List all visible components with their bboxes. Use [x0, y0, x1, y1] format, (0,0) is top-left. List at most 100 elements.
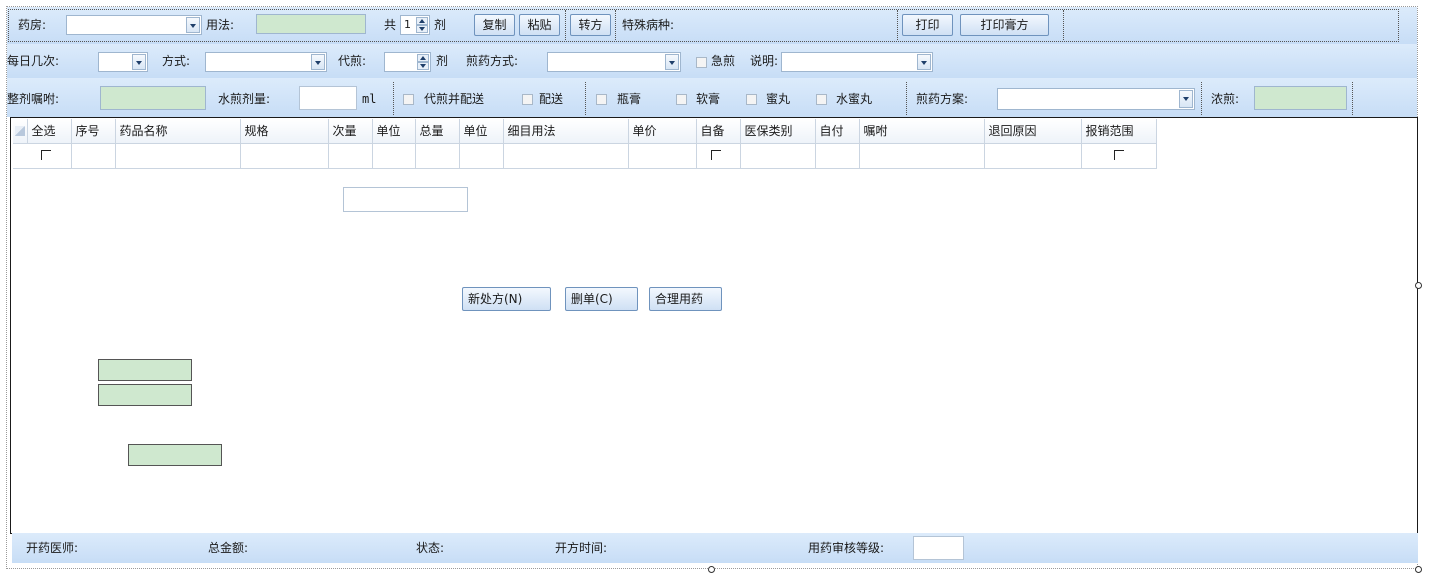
- table-row[interactable]: [13, 143, 1157, 169]
- delivery-checkbox[interactable]: [522, 94, 533, 105]
- cell-editor-box[interactable]: [343, 187, 468, 212]
- dose-count-stepper[interactable]: 1: [400, 15, 430, 35]
- spin-down-icon[interactable]: [417, 62, 429, 70]
- decoct-plan-select[interactable]: [997, 88, 1195, 110]
- total-prefix-label: 共: [384, 18, 397, 32]
- grid-corner-icon[interactable]: [13, 119, 28, 144]
- convert-button[interactable]: 转方: [570, 14, 611, 36]
- rational-drug-button[interactable]: 合理用药: [649, 287, 722, 311]
- column-total[interactable]: 总量: [415, 119, 460, 144]
- chevron-down-icon[interactable]: [186, 17, 200, 33]
- decoct-plan-label: 煎药方案:: [916, 92, 969, 106]
- pharmacy-label: 药房:: [18, 18, 47, 32]
- decoct-method-label: 煎药方式:: [466, 54, 519, 68]
- column-return-reason[interactable]: 退回原因: [984, 119, 1082, 144]
- copy-button[interactable]: 复制: [474, 14, 515, 36]
- decoct-delivery-checkbox[interactable]: [403, 94, 414, 105]
- column-index[interactable]: 序号: [71, 119, 116, 144]
- separator: [906, 82, 907, 115]
- chevron-down-icon[interactable]: [665, 54, 679, 70]
- total-amount-label: 总金额:: [208, 541, 249, 555]
- hidden-editor-field[interactable]: [98, 359, 192, 381]
- chevron-down-icon[interactable]: [1179, 90, 1193, 108]
- spin-down-icon[interactable]: [416, 25, 428, 33]
- column-select-all[interactable]: 全选: [27, 119, 72, 144]
- whole-advice-field[interactable]: [100, 86, 206, 110]
- method-label: 方式:: [162, 54, 191, 68]
- row-select-checkbox[interactable]: [27, 143, 72, 169]
- hidden-editor-field[interactable]: [128, 444, 222, 466]
- column-self-supplied[interactable]: 自备: [696, 119, 741, 144]
- state-label: 状态:: [416, 541, 445, 555]
- honey-pill-checkbox[interactable]: [746, 94, 757, 105]
- decoct-method-select[interactable]: [547, 52, 681, 72]
- decoct-label: 代煎:: [338, 54, 367, 68]
- water-honey-pill-label: 水蜜丸: [836, 92, 873, 106]
- prescription-grid-area: 全选 序号 药品名称 规格 次量 单位 总量 单位 细目用法 单价 自备 医保类…: [10, 117, 1418, 534]
- decoct-stepper[interactable]: [384, 52, 431, 72]
- water-amount-field[interactable]: [299, 86, 357, 110]
- delivery-label: 配送: [539, 92, 564, 106]
- reimburse-scope-checkbox[interactable]: [1081, 143, 1157, 169]
- separator: [1063, 10, 1064, 40]
- decoct-unit-label: 剂: [436, 54, 449, 68]
- table-header-row: 全选 序号 药品名称 规格 次量 单位 总量 单位 细目用法 单价 自备 医保类…: [13, 119, 1157, 144]
- chevron-down-icon[interactable]: [917, 54, 931, 70]
- whole-advice-label: 整剂嘱咐:: [7, 92, 60, 106]
- checkbox-icon[interactable]: [710, 149, 721, 160]
- decoct-delivery-label: 代煎并配送: [424, 92, 485, 106]
- column-reimburse-scope[interactable]: 报销范围: [1081, 119, 1157, 144]
- column-usage-detail[interactable]: 细目用法: [503, 119, 629, 144]
- method-select[interactable]: [205, 52, 327, 72]
- column-self-pay[interactable]: 自付: [815, 119, 860, 144]
- soft-paste-checkbox[interactable]: [676, 94, 687, 105]
- soft-paste-label: 软膏: [696, 92, 721, 106]
- time-label: 开方时间:: [555, 541, 608, 555]
- self-supplied-checkbox[interactable]: [696, 143, 741, 169]
- column-spec[interactable]: 规格: [240, 119, 329, 144]
- column-insurance-type[interactable]: 医保类别: [740, 119, 816, 144]
- pharmacy-select[interactable]: [66, 15, 202, 35]
- checkbox-icon[interactable]: [1113, 149, 1124, 160]
- note-select[interactable]: [781, 52, 933, 72]
- hidden-editor-field[interactable]: [98, 384, 192, 406]
- chevron-down-icon[interactable]: [132, 54, 146, 70]
- resize-handle-icon[interactable]: [1415, 566, 1422, 573]
- column-drug-name[interactable]: 药品名称: [115, 119, 241, 144]
- separator: [1352, 82, 1353, 115]
- water-unit-label: ml: [362, 92, 377, 106]
- audit-level-field[interactable]: [913, 536, 964, 560]
- concentrate-label: 浓煎:: [1211, 92, 1240, 106]
- water-honey-pill-checkbox[interactable]: [816, 94, 827, 105]
- delete-order-button[interactable]: 删单(C): [565, 287, 638, 311]
- honey-pill-label: 蜜丸: [766, 92, 791, 106]
- spin-up-icon[interactable]: [416, 17, 428, 25]
- separator: [393, 82, 394, 115]
- urgent-checkbox[interactable]: [696, 57, 707, 68]
- column-unit-price[interactable]: 单价: [628, 119, 697, 144]
- column-per-dose[interactable]: 次量: [328, 119, 373, 144]
- print-paste-button[interactable]: 打印膏方: [960, 14, 1049, 36]
- resize-handle-icon[interactable]: [708, 566, 715, 573]
- doctor-label: 开药医师:: [26, 541, 79, 555]
- times-per-day-select[interactable]: [98, 52, 148, 72]
- column-total-unit[interactable]: 单位: [459, 119, 504, 144]
- resize-handle-icon[interactable]: [1415, 282, 1422, 289]
- chevron-down-icon[interactable]: [311, 54, 325, 70]
- paste-button[interactable]: 粘贴: [519, 14, 560, 36]
- times-per-day-label: 每日几次:: [7, 54, 60, 68]
- column-advice[interactable]: 嘱咐: [859, 119, 985, 144]
- checkbox-icon[interactable]: [41, 149, 51, 160]
- special-disease-label: 特殊病种:: [622, 18, 675, 32]
- usage-field[interactable]: [256, 14, 366, 34]
- print-button[interactable]: 打印: [902, 14, 953, 36]
- new-prescription-button[interactable]: 新处方(N): [462, 287, 551, 311]
- bottle-paste-label: 瓶膏: [617, 92, 642, 106]
- dose-count-value: 1: [404, 18, 411, 31]
- concentrate-field[interactable]: [1254, 86, 1347, 110]
- column-unit[interactable]: 单位: [372, 119, 416, 144]
- audit-level-label: 用药审核等级:: [808, 541, 885, 555]
- usage-label: 用法:: [206, 18, 235, 32]
- spin-up-icon[interactable]: [417, 54, 429, 62]
- bottle-paste-checkbox[interactable]: [596, 94, 607, 105]
